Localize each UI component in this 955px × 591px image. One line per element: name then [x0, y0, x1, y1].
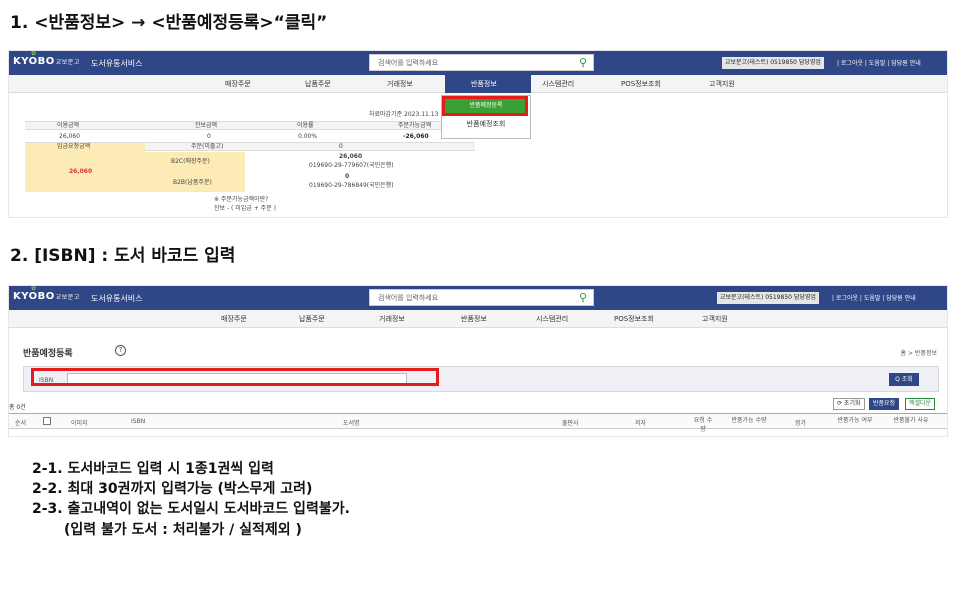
- menu-store-order[interactable]: 매장주문: [221, 314, 247, 324]
- col-returnable-qty: 반품가능 수량: [731, 417, 767, 424]
- col-reason: 반품불가 사유: [893, 417, 929, 424]
- return-dropdown: 반품예정등록 반품예정조회: [441, 95, 531, 139]
- col-request-qty: 요청 수량: [693, 417, 713, 433]
- col-isbn: ISBN: [131, 418, 146, 425]
- b2b-amount: 0: [345, 173, 350, 180]
- channel-b2b: B2B(납품주문): [173, 179, 212, 186]
- user-badge: 교보문고(테스트) 0519850 담당영업: [717, 292, 819, 304]
- reset-button[interactable]: ⟳ 초기화: [833, 398, 865, 410]
- available-formula: 잔보 - ( 미입금 + 주문 ): [214, 205, 276, 212]
- col-author: 저자: [635, 420, 647, 427]
- header-rate: 이용률: [297, 122, 314, 129]
- table-header: 순서 이미지 ISBN 도서명 출판사 저자 요청 수량 반품가능 수량 정가 …: [9, 413, 947, 433]
- channel-b2c: B2C(매장주문): [171, 158, 210, 165]
- available-note: ※ 주문가능금액이란?: [214, 196, 269, 203]
- value-rate: 0.00%: [298, 133, 318, 140]
- col-returnable: 반품가능 여부: [837, 417, 873, 424]
- page: 1. <반품정보> → <반품예정등록>“클릭” ✿ KYOBO교보문고 도서유…: [0, 0, 955, 591]
- menu-return-info[interactable]: 반품정보: [461, 314, 487, 324]
- breadcrumb: 홈 > 반품정보: [900, 350, 937, 357]
- note-2-2: 2-2. 최대 30권까지 입력가능 (박스무게 고려): [32, 481, 313, 497]
- deadline-text: 자료마감기준 2023.11.13: [369, 111, 439, 118]
- note-2-3-detail: (입력 불가 도서 : 처리불가 / 실적제외 ): [64, 522, 302, 538]
- search-button[interactable]: Q 조회: [889, 373, 919, 386]
- help-icon[interactable]: ?: [115, 345, 126, 356]
- search-placeholder: 검색어를 입력하세요: [378, 294, 439, 302]
- b2c-amount: 26,060: [339, 153, 363, 160]
- menu-support[interactable]: 고객지원: [702, 314, 728, 324]
- header-deposit: 입금요청금액: [57, 143, 91, 150]
- logo[interactable]: KYOBO교보문고: [13, 291, 80, 302]
- value-usage: 26,060: [59, 133, 80, 140]
- search-icon[interactable]: ⚲: [579, 291, 587, 304]
- deposit-amount: 26,060: [69, 168, 93, 175]
- return-request-button[interactable]: 반품요청: [869, 398, 900, 410]
- note-2-1: 2-1. 도서바코드 입력 시 1종1권씩 입력: [32, 461, 274, 477]
- header-order: 주문(미출고): [191, 143, 224, 150]
- result-count: 총 0건: [9, 404, 26, 411]
- header-usage: 이용금액: [57, 122, 80, 129]
- excel-download-button[interactable]: 엑셀다운: [905, 398, 936, 410]
- highlight-box: [31, 368, 439, 386]
- select-all-checkbox[interactable]: [43, 417, 51, 425]
- header-balance: 잔보금액: [195, 122, 218, 129]
- step2-title: 2. [ISBN] : 도서 바코드 입력: [10, 246, 236, 266]
- search-input[interactable]: 검색어를 입력하세요 ⚲: [369, 289, 594, 306]
- menu-supply-order[interactable]: 납품주문: [299, 314, 325, 324]
- menu-system[interactable]: 시스템관리: [536, 314, 568, 324]
- b2c-account: 019690-29-779607(국민은행): [309, 162, 394, 169]
- value-order-total: 0: [339, 143, 343, 150]
- b2b-account: 019690-29-786849(국민은행): [309, 182, 394, 189]
- menu-pos[interactable]: POS정보조회: [614, 314, 654, 324]
- dropdown-return-inquiry[interactable]: 반품예정조회: [442, 119, 530, 129]
- note-2-3: 2-3. 출고내역이 없는 도서일시 도서바코드 입력불가.: [32, 501, 350, 517]
- step1-title: 1. <반품정보> → <반품예정등록>“클릭”: [10, 13, 328, 33]
- col-price: 정가: [795, 420, 807, 427]
- col-title: 도서명: [343, 420, 360, 427]
- col-publisher: 출판사: [562, 420, 579, 427]
- screenshot-return-menu: ✿ KYOBO교보문고 도서유통서비스 검색어를 입력하세요 ⚲ 교보문고(테스…: [8, 50, 948, 218]
- highlight-box: [442, 96, 528, 116]
- value-balance: 0: [207, 133, 211, 140]
- main-menu: 매장주문 납품주문 거래정보 반품정보 시스템관리 POS정보조회 고객지원: [9, 310, 947, 328]
- col-order: 순서: [15, 420, 27, 427]
- screenshot-return-register: ✿ KYOBO교보문고 도서유통서비스 검색어를 입력하세요 ⚲ 교보문고(테스…: [8, 285, 948, 437]
- menu-trade-info[interactable]: 거래정보: [379, 314, 405, 324]
- top-bar: ✿ KYOBO교보문고 도서유통서비스 검색어를 입력하세요 ⚲ 교보문고(테스…: [9, 286, 947, 310]
- col-image: 이미지: [71, 420, 88, 427]
- top-links[interactable]: | 로그아웃 | 도움말 | 담당원 안내: [832, 293, 916, 302]
- value-available: -26,060: [403, 133, 429, 140]
- header-available: 주문가능금액: [398, 122, 432, 129]
- page-title: 반품예정등록: [23, 349, 73, 359]
- service-name: 도서유통서비스: [91, 294, 143, 303]
